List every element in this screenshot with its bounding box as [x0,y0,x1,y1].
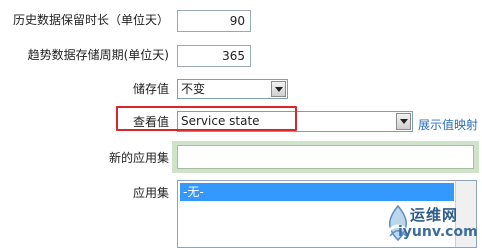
watermark-cn: 运维网 [410,206,459,224]
new-app-set-input[interactable] [177,145,474,169]
history-retention-label: 历史数据保留时长（单位天） [12,13,169,27]
chevron-down-icon[interactable] [396,113,411,130]
watermark-logo: 运维网 iyunv.com [378,200,482,248]
storage-value-selected: 不变 [181,82,206,96]
history-retention-input[interactable]: 90 [177,10,251,32]
app-set-label: 应用集 [132,186,169,200]
chevron-down-icon[interactable] [271,81,286,97]
trend-period-input[interactable]: 365 [177,45,251,67]
watermark-en: iyunv.com [398,224,478,240]
show-value-mapping-link[interactable]: 展示值映射 [418,116,478,133]
highlight-box [116,106,297,131]
list-item[interactable]: -无- [180,183,454,201]
storage-value-label: 储存值 [132,82,169,96]
new-app-set-label: 新的应用集 [108,151,169,165]
trend-period-label: 趋势数据存储周期(单位天) [27,48,169,62]
storage-value-select[interactable]: 不变 [177,79,288,99]
new-app-set-focus-glow [172,141,479,173]
